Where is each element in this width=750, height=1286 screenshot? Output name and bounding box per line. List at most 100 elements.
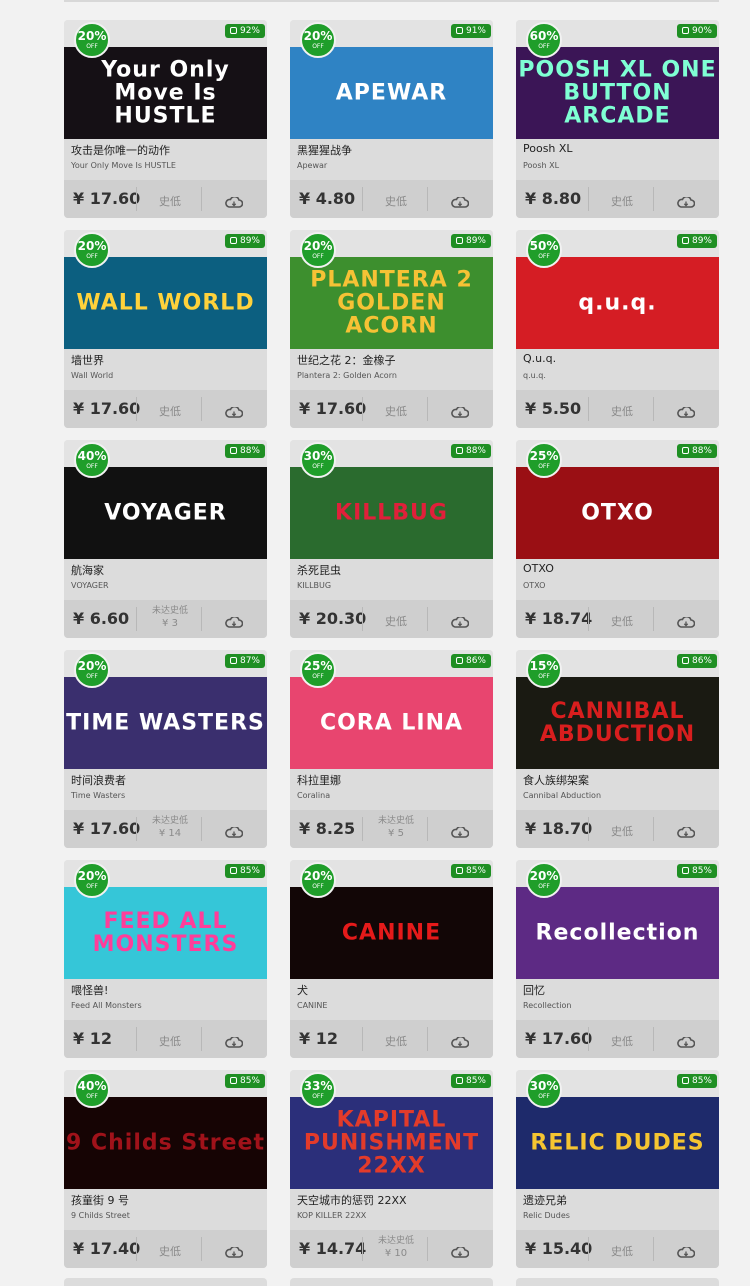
cloud-download-icon[interactable] [225, 1033, 244, 1048]
cloud-download-icon[interactable] [225, 1243, 244, 1258]
cover-title-art: TIME WASTERS [66, 710, 265, 736]
game-cover-image[interactable]: POOSH XL ONE BUTTON ARCADE [516, 47, 719, 139]
game-card[interactable]: 30% OFF 85% RELIC DUDES 遗迹兄弟 Relic Dudes ¥ 15.… [516, 1070, 719, 1268]
game-card[interactable]: 30% OFF 88% KILLBUG 杀死昆虫 KILLBUG ¥ 20.30 史低 [290, 440, 493, 638]
game-name-en: Poosh XL [523, 161, 560, 170]
game-card[interactable]: 50% OFF 89% q.u.q. Q.u.q. q.u.q. ¥ 5.50 史低 [516, 230, 719, 428]
game-name-cn[interactable]: Q.u.q. [523, 352, 556, 365]
thumbs-up-icon [455, 447, 463, 454]
cloud-download-icon[interactable] [225, 823, 244, 838]
game-cover-image[interactable]: FEED ALL MONSTERS [64, 887, 267, 979]
game-cover-image[interactable]: APEWAR [290, 47, 493, 139]
game-name-cn[interactable]: 回忆 [523, 982, 545, 998]
game-card[interactable]: 25% OFF 88% OTXO OTXO OTXO ¥ 18.74 史低 [516, 440, 719, 638]
cloud-download-icon[interactable] [677, 1243, 696, 1258]
game-cover-image[interactable]: Recollection [516, 887, 719, 979]
game-card[interactable]: 40% OFF 88% VOYAGER 航海家 VOYAGER ¥ 6.60 未达史低 ¥ 3 [64, 440, 267, 638]
game-card[interactable]: 20% OFF 85% CANINE 犬 CANINE ¥ 12 史低 [290, 860, 493, 1058]
game-cover-image[interactable]: 9 Childs Street [64, 1097, 267, 1189]
game-name-cn[interactable]: 世纪之花 2：金橡子 [297, 352, 396, 368]
game-name-cn[interactable]: 墙世界 [71, 352, 104, 368]
divider [427, 187, 428, 211]
cover-title-art: CORA LINA [319, 710, 464, 736]
game-card[interactable]: 15% OFF 86% CANNIBAL ABDUCTION 食人族绑架案 Canniba… [516, 650, 719, 848]
divider [201, 607, 202, 631]
current-price: ¥ 5.50 [525, 399, 582, 418]
game-name-cn[interactable]: 科拉里娜 [297, 772, 341, 788]
game-name-cn[interactable]: 天空城市的惩罚 22XX [297, 1192, 407, 1208]
historical-low-label: 史低 [159, 1035, 181, 1048]
rating-value: 90% [691, 26, 712, 36]
game-card[interactable]: 33% OFF 85% KAPITAL PUNISHMENT 22XX 天空城市的惩罚 … [290, 1070, 493, 1268]
game-cover-image[interactable]: CORA LINA [290, 677, 493, 769]
game-name-cn[interactable]: 杀死昆虫 [297, 562, 341, 578]
game-name-cn[interactable]: 攻击是你唯一的动作 [71, 142, 170, 158]
game-name-cn[interactable]: 黑猩猩战争 [297, 142, 352, 158]
game-name-cn[interactable]: 时间浪费者 [71, 772, 126, 788]
discount-percent: 20% [77, 239, 107, 253]
divider [201, 817, 202, 841]
not-historical-low-label: 未达史低 [151, 606, 188, 616]
game-cover-image[interactable]: WALL WORLD [64, 257, 267, 349]
cloud-download-icon[interactable] [677, 823, 696, 838]
cloud-download-icon[interactable] [451, 193, 470, 208]
game-card[interactable]: 20% OFF 89% PLANTERA 2 GOLDEN ACORN 世纪之花 2：金… [290, 230, 493, 428]
game-card[interactable]: 60% OFF 90% POOSH XL ONE BUTTON ARCADE Poosh… [516, 20, 719, 218]
cloud-download-icon[interactable] [451, 1243, 470, 1258]
cloud-download-icon[interactable] [677, 403, 696, 418]
game-card[interactable]: 20% OFF 85% FEED ALL MONSTERS 喂怪兽! Feed All M… [64, 860, 267, 1058]
game-name-en: OTXO [523, 581, 546, 590]
game-cover-image[interactable]: VOYAGER [64, 467, 267, 559]
thumbs-up-icon [455, 657, 463, 664]
game-card[interactable]: 20% OFF 91% APEWAR 黑猩猩战争 Apewar ¥ 4.80 史低 [290, 20, 493, 218]
game-card[interactable]: 20% OFF 85% Recollection 回忆 Recollection ¥ 17.… [516, 860, 719, 1058]
cloud-download-icon[interactable] [451, 1033, 470, 1048]
game-cover-image[interactable]: CANINE [290, 887, 493, 979]
cloud-download-icon[interactable] [451, 613, 470, 628]
rating-badge: 88% [224, 444, 265, 458]
game-cover-image[interactable]: KAPITAL PUNISHMENT 22XX [290, 1097, 493, 1189]
game-cover-image[interactable]: TIME WASTERS [64, 677, 267, 769]
game-name-cn[interactable]: Poosh XL [523, 142, 573, 155]
game-cover-image[interactable]: PLANTERA 2 GOLDEN ACORN [290, 257, 493, 349]
game-name-cn[interactable]: 喂怪兽! [71, 982, 108, 998]
cloud-download-icon[interactable] [677, 1033, 696, 1048]
game-cover-image[interactable]: q.u.q. [516, 257, 719, 349]
cloud-download-icon[interactable] [677, 193, 696, 208]
game-card[interactable]: 25% OFF 86% CORA LINA 科拉里娜 Coralina ¥ 8.25 未达史低… [290, 650, 493, 848]
cloud-download-icon[interactable] [451, 403, 470, 418]
game-cover-image[interactable]: OTXO [516, 467, 719, 559]
current-price: ¥ 17.60 [299, 399, 367, 418]
cloud-download-icon[interactable] [677, 613, 696, 628]
thumbs-up-icon [229, 237, 237, 244]
discount-percent: 60% [529, 29, 559, 43]
game-name-cn[interactable]: 遗迹兄弟 [523, 1192, 567, 1208]
game-name-cn[interactable]: 食人族绑架案 [523, 772, 589, 788]
next-row-card-partial [516, 1278, 719, 1286]
game-card[interactable]: 20% OFF 92% Your Only Move Is HUSTLE 攻击是你唯一的… [64, 20, 267, 218]
game-cover-image[interactable]: CANNIBAL ABDUCTION [516, 677, 719, 769]
rating-badge: 89% [450, 234, 491, 248]
discount-off-label: OFF [312, 43, 324, 50]
discount-percent: 20% [77, 659, 107, 673]
game-name-cn[interactable]: OTXO [523, 562, 554, 575]
game-name-cn[interactable]: 犬 [297, 982, 308, 998]
game-cover-image[interactable]: Your Only Move Is HUSTLE [64, 47, 267, 139]
cloud-download-icon[interactable] [225, 613, 244, 628]
game-name-cn[interactable]: 航海家 [71, 562, 104, 578]
discount-off-label: OFF [86, 1093, 98, 1100]
game-card[interactable]: 20% OFF 89% WALL WORLD 墙世界 Wall World ¥ 17.60 史… [64, 230, 267, 428]
discount-percent: 20% [77, 29, 107, 43]
current-price: ¥ 17.40 [73, 1239, 141, 1258]
discount-percent: 33% [303, 1079, 333, 1093]
game-card[interactable]: 20% OFF 87% TIME WASTERS 时间浪费者 Time Wasters ¥ … [64, 650, 267, 848]
cloud-download-icon[interactable] [225, 403, 244, 418]
game-name-cn[interactable]: 孩童街 9 号 [71, 1192, 129, 1208]
game-card[interactable]: 40% OFF 85% 9 Childs Street 孩童街 9 号 9 Childs … [64, 1070, 267, 1268]
cloud-download-icon[interactable] [451, 823, 470, 838]
game-cover-image[interactable]: RELIC DUDES [516, 1097, 719, 1189]
game-cover-image[interactable]: KILLBUG [290, 467, 493, 559]
cloud-download-icon[interactable] [225, 193, 244, 208]
divider [427, 817, 428, 841]
historical-low-price: ¥ 3 [162, 618, 178, 629]
